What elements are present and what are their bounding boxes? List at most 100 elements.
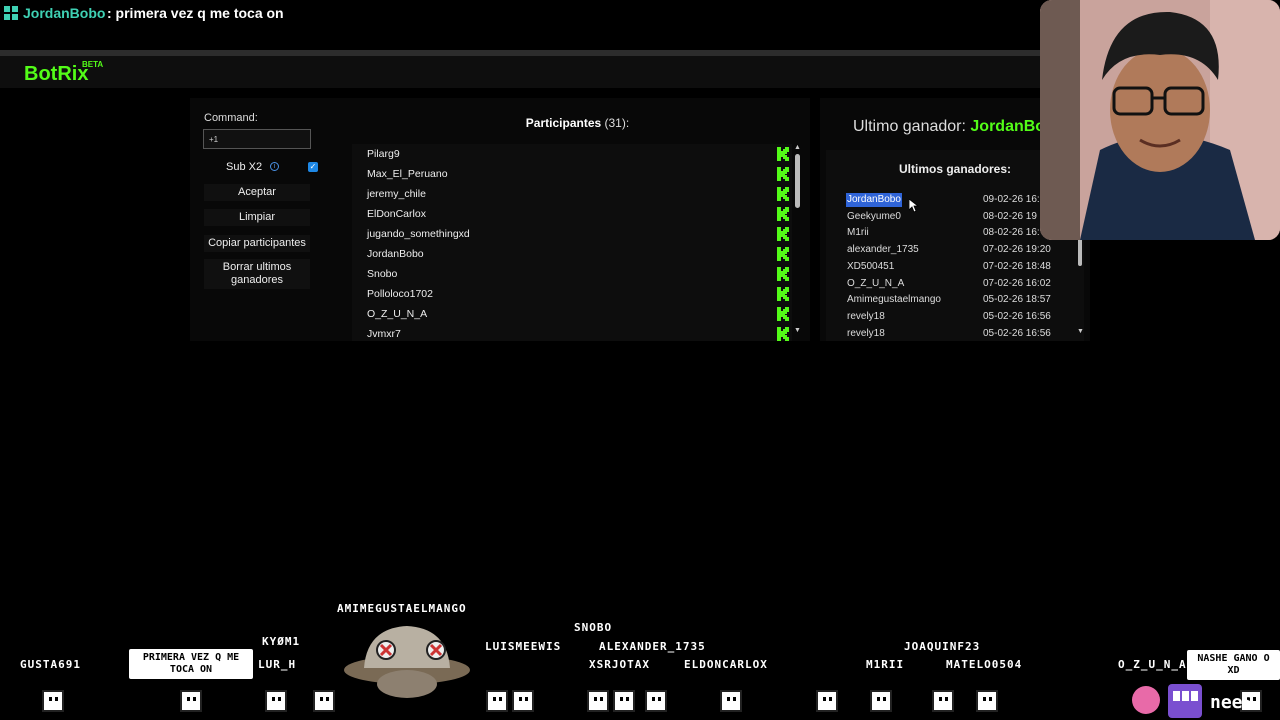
participants-count: (31): (604, 116, 630, 130)
winner-name: revely18 (847, 327, 885, 339)
overlay-text: neeS (1210, 692, 1253, 713)
viewer-avatar (932, 690, 954, 712)
accept-button[interactable]: Aceptar (204, 184, 310, 201)
viewer-avatars-overlay: GUSTA691 PRIMERA VEZ Q ME TOCA ON KYØM1 … (0, 600, 1280, 720)
winner-name: revely18 (847, 310, 885, 322)
participant-row[interactable]: jugando_somethingxd (367, 224, 789, 244)
participant-name: ElDonCarlox (367, 208, 426, 220)
winner-name: Amimegustaelmango (847, 294, 941, 306)
participants-scrollbar[interactable] (795, 154, 800, 208)
participant-name: jeremy_chile (367, 188, 426, 200)
participant-row[interactable]: JordanBobo (367, 244, 789, 264)
viewer-avatar (486, 690, 508, 712)
viewer-avatar (720, 690, 742, 712)
kick-logo-icon (777, 307, 789, 321)
copy-participants-button[interactable]: Copiar participantes (204, 235, 310, 252)
participant-name: O_Z_U_N_A (367, 308, 428, 320)
botrix-logo[interactable]: BotRix (24, 63, 88, 86)
scroll-up-arrow-icon[interactable]: ▲ (794, 144, 801, 151)
viewer-avatar (180, 690, 202, 712)
viewer-avatar (613, 690, 635, 712)
viewer-avatar (645, 690, 667, 712)
kick-logo-icon (777, 247, 789, 261)
participant-name: Polloloco1702 (367, 288, 433, 300)
viewer-avatar (870, 690, 892, 712)
winner-name: M1rii (847, 227, 869, 239)
participant-row[interactable]: Pilarg9 (367, 144, 789, 164)
viewer-avatar (265, 690, 287, 712)
winner-row[interactable]: revely18 05-02-26 16:56 (846, 310, 1066, 326)
command-label: Command: (204, 112, 258, 124)
sub-x2-label: Sub X2 (226, 161, 263, 173)
ufo-icon (344, 626, 470, 698)
viewer-name: GUSTA691 (20, 658, 81, 671)
participants-list[interactable]: Pilarg9 Max_El_Peruano jeremy_chile ElDonCa… (352, 144, 792, 341)
participant-row[interactable]: O_Z_U_N_A (367, 304, 789, 324)
streamer-image (1040, 0, 1280, 240)
viewer-avatar (313, 690, 335, 712)
giveaway-panel: Command: Sub X2 i ✓ Aceptar Limpiar Copi… (190, 98, 810, 341)
participant-row[interactable]: Snobo (367, 264, 789, 284)
participant-row[interactable]: ElDonCarlox (367, 204, 789, 224)
viewer-avatar (976, 690, 998, 712)
winner-name: XD500451 (847, 260, 895, 272)
viewer-name: XSRJOTAX (589, 658, 650, 671)
winner-row[interactable]: M1rii 08-02-26 16: (846, 226, 1066, 242)
kick-logo-icon (777, 147, 789, 161)
winner-date: 07-02-26 16:02 (983, 277, 1051, 289)
viewer-name: JOAQUINF23 (904, 640, 981, 653)
winner-row[interactable]: O_Z_U_N_A 07-02-26 16:02 (846, 277, 1066, 293)
winner-row[interactable]: Amimegustaelmango 05-02-26 18:57 (846, 293, 1066, 309)
overlay-text-part: S (1242, 692, 1254, 713)
kick-logo-icon (777, 227, 789, 241)
viewer-name: O_Z_U_N_A (1118, 658, 1187, 671)
winner-name: alexander_1735 (847, 244, 919, 256)
participant-row[interactable]: Polloloco1702 (367, 284, 789, 304)
speech-bubble-line2: TOCA ON (169, 664, 213, 675)
chat-username: JordanBobo (23, 5, 106, 21)
winners-scrollbar[interactable] (1078, 238, 1082, 266)
viewer-name: KYØM1 (262, 635, 301, 648)
winner-date: 05-02-26 18:57 (983, 294, 1051, 306)
clear-button[interactable]: Limpiar (204, 209, 310, 226)
winner-row[interactable]: revely18 05-02-26 16:56 (846, 327, 1066, 343)
participant-row[interactable]: jeremy_chile (367, 184, 789, 204)
winner-date: 05-02-26 16:56 (983, 327, 1051, 339)
winner-row[interactable]: Geekyume0 08-02-26 19 (846, 210, 1066, 226)
speech-bubble-line1: PRIMERA VEZ Q ME (142, 652, 240, 663)
winner-row[interactable]: JordanBobo 09-02-26 16: (846, 193, 1066, 209)
winner-row[interactable]: alexander_1735 07-02-26 19:20 (846, 243, 1066, 259)
viewer-name: LUR_H (258, 658, 297, 671)
beta-badge: BETA (82, 60, 104, 69)
webcam-feed (1040, 0, 1280, 240)
participant-row[interactable]: Jvmxr7 (367, 324, 789, 341)
winner-name: Geekyume0 (847, 210, 901, 222)
viewer-avatar (816, 690, 838, 712)
winner-date: 09-02-26 16: (983, 194, 1040, 205)
sub-x2-checkbox[interactable]: ✓ (308, 162, 318, 172)
participant-name: Max_El_Peruano (367, 168, 448, 180)
viewer-avatar (587, 690, 609, 712)
winner-date: 05-02-26 16:56 (983, 310, 1051, 322)
info-icon[interactable]: i (270, 162, 279, 171)
scroll-down-arrow-icon[interactable]: ▼ (1077, 328, 1084, 335)
delete-winners-line2: ganadores (231, 274, 283, 286)
participant-row[interactable]: Max_El_Peruano (367, 164, 789, 184)
viewer-name: LUISMEEWIS (485, 640, 562, 653)
winner-row[interactable]: XD500451 07-02-26 18:48 (846, 260, 1066, 276)
viewer-name: MATELO0504 (946, 658, 1023, 671)
participant-name: JordanBobo (367, 248, 424, 260)
overlay-text-part: nee (1210, 692, 1243, 713)
command-input[interactable] (203, 129, 311, 149)
viewer-avatar (42, 690, 64, 712)
winner-date: 07-02-26 19:20 (983, 244, 1051, 256)
chat-message: : primera vez q me toca on (107, 5, 284, 21)
winner-name: O_Z_U_N_A (847, 277, 905, 289)
viewer-name: ELDONCARLOX (684, 658, 768, 671)
delete-winners-line1: Borrar ultimos (222, 261, 292, 273)
delete-winners-button[interactable]: Borrar ultimos ganadores (204, 259, 310, 289)
viewer-avatar (512, 690, 534, 712)
last-winner-label: Ultimo ganador: (853, 118, 966, 135)
kick-logo-icon (777, 267, 789, 281)
scroll-down-arrow-icon[interactable]: ▼ (794, 327, 801, 334)
